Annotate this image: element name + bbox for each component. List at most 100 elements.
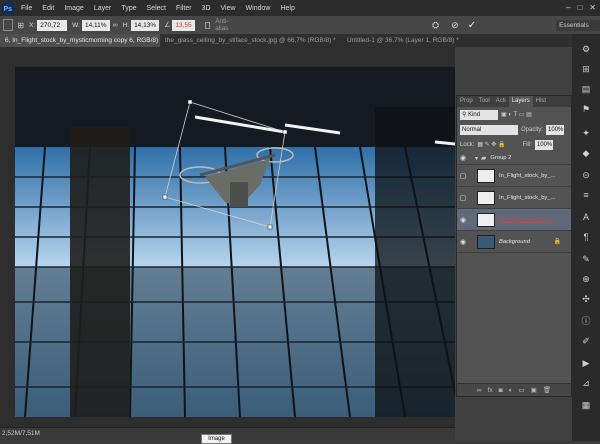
- timeline-icon[interactable]: ▶: [578, 356, 594, 370]
- character-icon[interactable]: A: [578, 210, 594, 224]
- lock-icon: 🔒: [553, 239, 561, 245]
- visibility-toggle[interactable]: ▢: [457, 172, 469, 180]
- tab-history[interactable]: Hist: [533, 96, 549, 107]
- reference-point-icon[interactable]: ⊞: [17, 21, 24, 30]
- tab-tool-presets[interactable]: Tool: [476, 96, 493, 107]
- cancel-transform-icon[interactable]: ⊘: [451, 20, 459, 31]
- menu-help[interactable]: Help: [275, 5, 299, 12]
- menu-file[interactable]: File: [16, 5, 37, 12]
- opacity-field[interactable]: 100%: [546, 124, 565, 135]
- menu-layer[interactable]: Layer: [89, 5, 117, 12]
- layer-item[interactable]: ▢ In_Flight_stock_by_...: [457, 165, 571, 187]
- transform-tool-icon[interactable]: [3, 19, 14, 31]
- minimize-icon[interactable]: –: [566, 3, 570, 12]
- width-field[interactable]: 14,11%: [81, 19, 110, 31]
- swatches-icon[interactable]: ▤: [578, 82, 594, 96]
- menu-view[interactable]: View: [216, 5, 241, 12]
- layer-name: In_Flight_stock_by_...: [499, 194, 556, 201]
- panel-icon-strip: ⚙ ⊞ ▤ ⚑ ✦ ◆ ⊝ ≡ A ¶ ✎ ⊕ ✣ ⓘ ✐ ▶ ⊿ ▦: [572, 34, 600, 441]
- photoshop-logo-icon[interactable]: Ps: [0, 0, 16, 16]
- visibility-eye-icon[interactable]: ◉: [457, 216, 469, 224]
- angle-field[interactable]: 13,55: [172, 19, 195, 31]
- antialias-checkbox[interactable]: [204, 21, 211, 29]
- paragraph-icon[interactable]: ¶: [578, 230, 594, 244]
- layers-panel-footer: ∞ fx ◙ ◐ ▭ ▣ 🗑: [457, 383, 571, 396]
- menu-edit[interactable]: Edit: [37, 5, 59, 12]
- commit-transform-icon[interactable]: ✓: [468, 20, 476, 31]
- kind-filter-select[interactable]: ⚲ Kind: [460, 109, 498, 120]
- close-icon[interactable]: ✕: [589, 3, 596, 12]
- lock-icons[interactable]: ▦ ✎ ✥ 🔒: [477, 141, 505, 148]
- tooltip: Image: [201, 434, 232, 444]
- blend-mode-select[interactable]: Normal: [460, 124, 518, 135]
- channels-icon[interactable]: ⊝: [578, 168, 594, 182]
- menu-filter[interactable]: Filter: [171, 5, 197, 12]
- history-icon[interactable]: ⚙: [578, 42, 594, 56]
- layer-name: Group 2: [490, 155, 512, 161]
- link-layers-icon[interactable]: ∞: [477, 387, 482, 394]
- clone-icon[interactable]: ⊕: [578, 272, 594, 286]
- filter-icons[interactable]: ▣ ◐ T ▭ ▤: [501, 111, 532, 118]
- antialias-label: Anti-alias: [215, 18, 229, 32]
- adjustments-icon[interactable]: ✦: [578, 126, 594, 140]
- lock-row: Lock: ▦ ✎ ✥ 🔒 Fill: 100%: [457, 137, 571, 152]
- x-field[interactable]: 270,72 px: [37, 19, 68, 40]
- layer-name: In_Flight_stock_by_...: [499, 216, 556, 223]
- visibility-toggle[interactable]: ▢: [457, 194, 469, 202]
- workspace-select[interactable]: Essentials: [556, 19, 600, 31]
- filter-row: ⚲ Kind ▣ ◐ T ▭ ▤: [457, 107, 571, 122]
- tab-glass-ceiling[interactable]: the_glass_ceiling_by_stiface_stock.jpg @…: [160, 34, 342, 47]
- visibility-eye-icon[interactable]: ◉: [457, 154, 469, 162]
- kind-label: Kind: [468, 111, 481, 118]
- layer-background[interactable]: ◉ Background 🔒: [457, 231, 571, 253]
- layer-item-selected[interactable]: ◉ In_Flight_stock_by_...: [457, 209, 571, 231]
- menu-image[interactable]: Image: [59, 5, 88, 12]
- maximize-icon[interactable]: □: [577, 3, 582, 12]
- svg-text:Ps: Ps: [4, 6, 13, 13]
- layer-thumbnail: [477, 234, 495, 249]
- layer-item[interactable]: ▢ In_Flight_stock_by_...: [457, 187, 571, 209]
- paths-icon[interactable]: ≡: [578, 188, 594, 202]
- tab-properties[interactable]: Prop: [457, 96, 476, 107]
- add-mask-icon[interactable]: ◙: [499, 387, 503, 394]
- properties-icon[interactable]: ⚑: [578, 102, 594, 116]
- navigator-icon[interactable]: ✣: [578, 292, 594, 306]
- height-field[interactable]: 14,13%: [131, 19, 160, 31]
- menu-window[interactable]: Window: [241, 5, 276, 12]
- document-tabs: 6, In_Flight_stock_by_mysticmorning copy…: [0, 34, 572, 47]
- layer-group-2[interactable]: ◉ ▾ ▰ Group 2: [457, 152, 571, 165]
- layer-name: In_Flight_stock_by_...: [499, 172, 556, 179]
- menu-type[interactable]: Type: [116, 5, 141, 12]
- menu-bar: Ps File Edit Image Layer Type Select Fil…: [0, 0, 600, 16]
- doc-size: 2,52M/7,51M: [2, 430, 40, 437]
- window-controls: – □ ✕: [566, 3, 596, 12]
- canvas-area[interactable]: [0, 47, 455, 427]
- actions-icon[interactable]: ⊞: [578, 62, 594, 76]
- folder-icon: ▰: [481, 155, 487, 162]
- menu-3d[interactable]: 3D: [197, 5, 216, 12]
- expand-arrow-icon[interactable]: ▾: [475, 155, 478, 162]
- w-label: W:: [72, 21, 80, 29]
- measurement-icon[interactable]: ⊿: [578, 376, 594, 390]
- new-layer-icon[interactable]: ▣: [531, 386, 537, 394]
- visibility-eye-icon[interactable]: ◉: [457, 238, 469, 246]
- fx-icon[interactable]: fx: [488, 387, 493, 394]
- warp-icon[interactable]: ⛭: [432, 20, 439, 31]
- brush-icon[interactable]: ✎: [578, 252, 594, 266]
- layer-thumbnail: [477, 168, 495, 183]
- tab-in-flight[interactable]: 6, In_Flight_stock_by_mysticmorning copy…: [0, 34, 160, 47]
- link-icon[interactable]: ∞: [113, 22, 118, 29]
- notes-icon[interactable]: ✐: [578, 334, 594, 348]
- menu-select[interactable]: Select: [142, 5, 171, 12]
- fill-field[interactable]: 100%: [534, 139, 553, 150]
- adjustment-layer-icon[interactable]: ◐: [509, 387, 513, 394]
- new-group-icon[interactable]: ▭: [519, 386, 525, 394]
- tab-untitled-1[interactable]: Untitled-1 @ 36,7% (Layer 1, RGB/8) *: [342, 34, 482, 47]
- layers-icon[interactable]: ◆: [578, 146, 594, 160]
- info-icon[interactable]: ⓘ: [578, 314, 594, 328]
- canvas-image[interactable]: [15, 67, 455, 417]
- 3d-icon[interactable]: ▦: [578, 398, 594, 412]
- delete-layer-icon[interactable]: 🗑: [543, 386, 551, 394]
- tab-actions[interactable]: Acti: [493, 96, 509, 107]
- tab-layers[interactable]: Layers: [508, 96, 533, 107]
